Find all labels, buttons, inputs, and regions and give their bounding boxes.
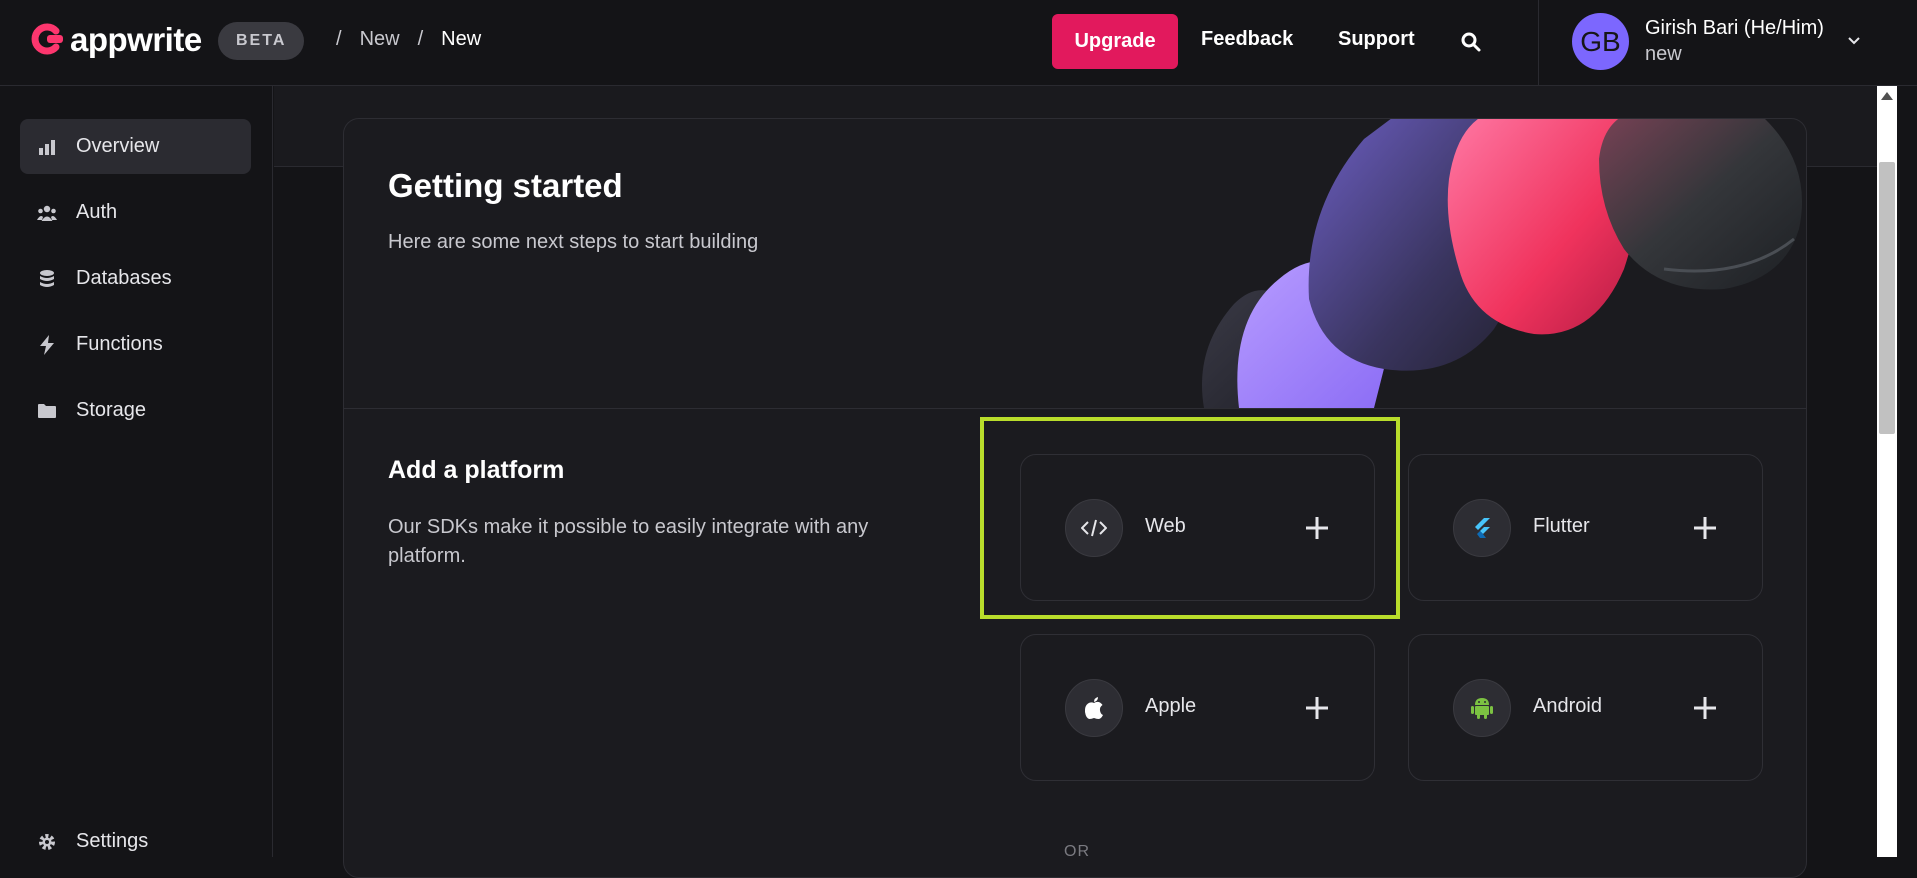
bolt-icon — [36, 334, 58, 356]
sidebar-item-label: Overview — [76, 135, 160, 157]
platform-flutter-card[interactable]: Flutter — [1408, 454, 1763, 601]
sidebar-item-overview[interactable]: Overview — [20, 119, 251, 174]
header-divider — [1538, 0, 1539, 86]
search-icon[interactable] — [1459, 30, 1483, 54]
breadcrumb-separator: / — [417, 28, 424, 50]
brand-name: appwrite — [70, 20, 202, 58]
scroll-up-arrow-icon[interactable] — [1880, 90, 1894, 102]
sidebar-item-label: Storage — [76, 399, 147, 421]
scrollbar-thumb[interactable] — [1879, 162, 1895, 434]
appwrite-logo[interactable]: appwrite — [30, 22, 202, 56]
page-title: Getting started — [388, 167, 623, 204]
or-divider-text: OR — [1064, 843, 1090, 860]
top-header: appwrite BETA / New / New Upgrade Feedba… — [0, 0, 1917, 86]
sidebar-item-label: Databases — [76, 267, 172, 289]
plus-icon[interactable] — [1304, 515, 1330, 541]
plus-icon[interactable] — [1304, 695, 1330, 721]
sidebar-item-label: Auth — [76, 201, 118, 223]
folder-icon — [36, 400, 58, 422]
avatar[interactable]: GB — [1572, 13, 1629, 70]
platform-web-card[interactable]: Web — [1020, 454, 1375, 601]
sidebar-item-functions[interactable]: Functions — [20, 317, 251, 372]
bar-chart-icon — [36, 136, 58, 158]
users-icon — [36, 202, 58, 224]
add-platform-heading: Add a platform — [388, 456, 565, 484]
user-name[interactable]: Girish Bari (He/Him) — [1645, 17, 1824, 40]
sidebar: Overview Auth Databases Functions Storag… — [0, 86, 273, 857]
section-divider — [344, 408, 1806, 409]
sidebar-item-label: Settings — [76, 830, 149, 852]
database-icon — [36, 268, 58, 290]
sidebar-item-label: Functions — [76, 333, 163, 355]
plus-icon[interactable] — [1692, 695, 1718, 721]
add-platform-description: Our SDKs make it possible to easily inte… — [388, 516, 869, 567]
platform-label: Flutter — [1533, 515, 1590, 537]
chevron-down-icon[interactable] — [1845, 32, 1863, 50]
breadcrumb-separator: / — [336, 28, 342, 50]
platform-label: Web — [1145, 515, 1186, 537]
window-edge — [1897, 86, 1917, 857]
platform-apple-card[interactable]: Apple — [1020, 634, 1375, 781]
android-icon — [1453, 679, 1511, 737]
flutter-icon — [1453, 499, 1511, 557]
page-subtitle: Here are some next steps to start buildi… — [388, 231, 759, 253]
upgrade-button[interactable]: Upgrade — [1052, 14, 1178, 69]
appwrite-logo-icon — [31, 23, 63, 55]
beta-badge: BETA — [218, 22, 305, 60]
platform-android-card[interactable]: Android — [1408, 634, 1763, 781]
apple-icon — [1065, 679, 1123, 737]
sidebar-item-settings[interactable]: Settings — [20, 830, 148, 853]
user-organization: new — [1645, 43, 1682, 65]
sidebar-item-auth[interactable]: Auth — [20, 185, 251, 240]
code-icon — [1065, 499, 1123, 557]
breadcrumb: / New / New — [336, 28, 481, 51]
hero-illustration — [1202, 119, 1802, 408]
breadcrumb-project[interactable]: New — [441, 28, 481, 51]
platform-label: Android — [1533, 695, 1602, 717]
gear-icon — [36, 831, 58, 853]
plus-icon[interactable] — [1692, 515, 1718, 541]
platform-label: Apple — [1145, 695, 1197, 717]
sidebar-item-databases[interactable]: Databases — [20, 251, 251, 306]
sidebar-item-storage[interactable]: Storage — [20, 383, 251, 438]
support-link[interactable]: Support — [1338, 28, 1415, 51]
getting-started-card: Getting started Here are some next steps… — [343, 118, 1807, 878]
feedback-button[interactable]: Feedback — [1201, 28, 1293, 51]
breadcrumb-organization[interactable]: New — [360, 28, 400, 51]
